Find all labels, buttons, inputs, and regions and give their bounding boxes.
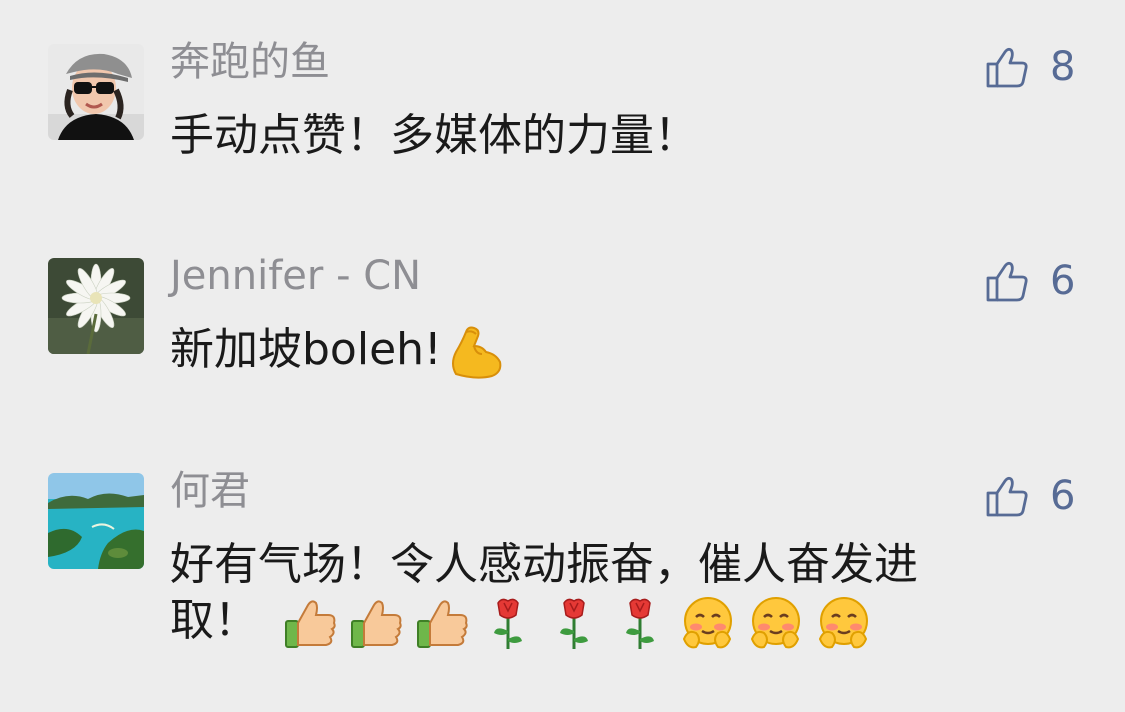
comment-text-content: 新加坡boleh! [170, 324, 442, 375]
avatar[interactable] [48, 44, 144, 140]
avatar[interactable] [48, 473, 144, 569]
blushing-face-emoji [814, 595, 872, 651]
comment-text-content: 取！ [170, 595, 258, 646]
emoji-row [282, 595, 872, 651]
like-button[interactable]: 6 [984, 258, 1075, 304]
comment-text-line: 手动点赞！多媒体的力量！ [170, 110, 698, 161]
like-count: 6 [1050, 473, 1076, 519]
blushing-face-emoji [746, 595, 804, 651]
thumbs-up-emoji [348, 595, 404, 651]
island-beach-icon [48, 473, 144, 569]
thumbs-up-icon [986, 47, 1028, 88]
comment-text: 手动点赞！多媒体的力量！ [170, 108, 1030, 164]
blushing-face-emoji [678, 595, 736, 651]
rose-emoji [612, 595, 668, 651]
like-count: 8 [1050, 44, 1076, 90]
like-button[interactable]: 8 [984, 44, 1075, 90]
flexed-biceps-emoji [446, 324, 504, 380]
comment-text-line: 新加坡boleh! [170, 322, 1030, 380]
username[interactable]: Jennifer - CN [170, 252, 421, 300]
thumbs-up-emoji [282, 595, 338, 651]
woman-sunglasses-icon [48, 44, 144, 140]
thumbs-up-icon [986, 261, 1028, 302]
comment-text-line: 取！ [170, 593, 1030, 651]
white-flower-icon [48, 258, 144, 354]
comment-text-line: 好有气场！令人感动振奋，催人奋发进 [170, 539, 918, 590]
username[interactable]: 何君 [170, 467, 250, 515]
rose-emoji [546, 595, 602, 651]
thumbs-up-icon [986, 476, 1028, 517]
like-button[interactable]: 6 [984, 473, 1075, 519]
comment-text: 好有气场！令人感动振奋，催人奋发进 取！ [170, 537, 1030, 651]
like-count: 6 [1050, 258, 1076, 304]
username[interactable]: 奔跑的鱼 [170, 38, 330, 86]
avatar[interactable] [48, 258, 144, 354]
thumbs-up-emoji [414, 595, 470, 651]
comment-text: 新加坡boleh! [170, 322, 1030, 380]
rose-emoji [480, 595, 536, 651]
